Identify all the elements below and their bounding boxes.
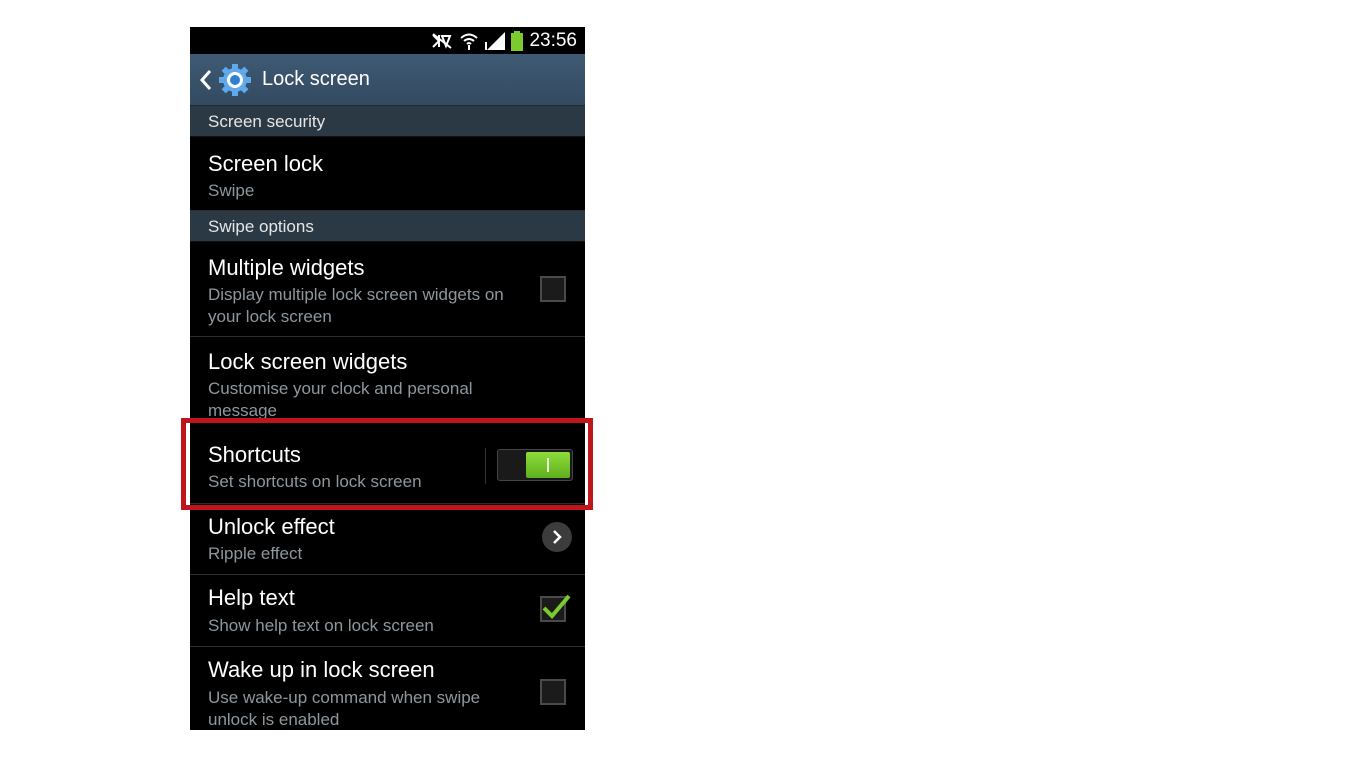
gear-icon[interactable] [218,63,252,97]
setting-title: Help text [208,585,295,610]
multiple-widgets-checkbox[interactable] [540,276,566,302]
wake-up-checkbox[interactable] [540,679,566,705]
setting-title: Lock screen widgets [208,349,408,374]
section-header-swipe-options: Swipe options [190,211,585,242]
mute-icon [431,32,453,49]
setting-lock-screen-widgets[interactable]: Lock screen widgets Customise your clock… [190,337,585,420]
setting-subtitle: Ripple effect [208,544,303,563]
setting-subtitle: Display multiple lock screen widgets on … [208,285,504,326]
setting-subtitle: Use wake-up command when swipe unlock is… [208,688,481,729]
status-time: 23:56 [529,29,577,51]
help-text-checkbox[interactable] [540,594,571,622]
setting-unlock-effect[interactable]: Unlock effect Ripple effect [190,504,585,575]
setting-title: Screen lock [208,151,323,176]
setting-subtitle: Show help text on lock screen [208,616,434,635]
battery-icon [511,30,524,51]
chevron-left-icon[interactable] [200,69,212,91]
highlight-box [181,418,593,510]
setting-title: Unlock effect [208,514,335,539]
chevron-right-icon[interactable] [542,522,572,552]
setting-subtitle: Swipe [208,181,255,200]
setting-title: Multiple widgets [208,255,365,280]
setting-title: Wake up in lock screen [208,657,435,682]
phone-screen: 23:56 Lock screen Screen security Screen… [190,27,585,730]
setting-help-text[interactable]: Help text Show help text on lock screen [190,575,585,647]
setting-subtitle: Customise your clock and personal messag… [208,379,473,420]
wifi-icon [459,32,479,50]
setting-multiple-widgets[interactable]: Multiple widgets Display multiple lock s… [190,242,585,337]
setting-screen-lock[interactable]: Screen lock Swipe [190,137,585,211]
page-title: Lock screen [262,68,370,90]
status-bar: 23:56 [190,27,585,54]
signal-icon [485,31,506,50]
action-bar: Lock screen [190,54,585,106]
setting-wake-up[interactable]: Wake up in lock screen Use wake-up comma… [190,647,585,730]
checkmark-icon [542,594,571,619]
section-header-screen-security: Screen security [190,106,585,137]
